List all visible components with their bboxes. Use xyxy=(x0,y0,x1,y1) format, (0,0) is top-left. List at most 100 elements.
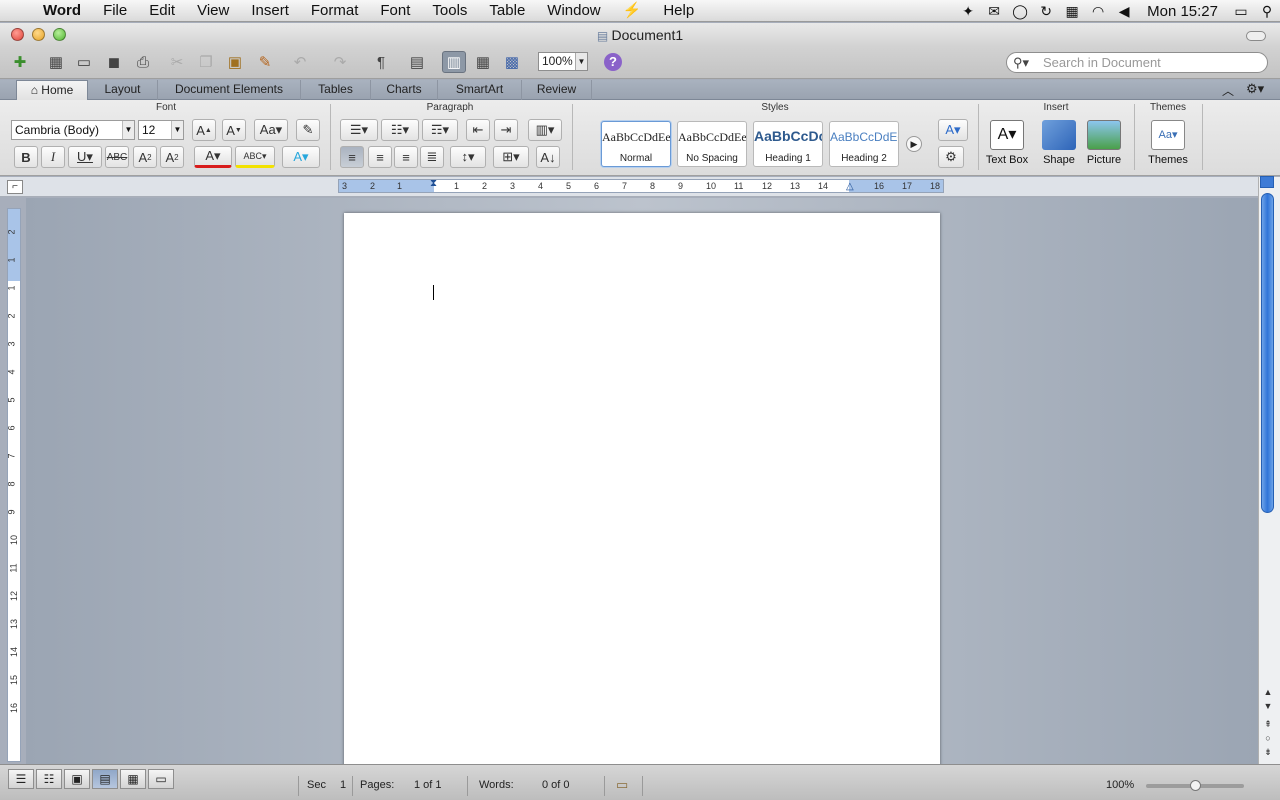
next-page-icon[interactable]: ⇟ xyxy=(1260,746,1276,758)
notebook-layout-view-button[interactable]: ▦ xyxy=(120,769,146,789)
grow-font-button[interactable]: A ▲ xyxy=(192,119,216,141)
sort-button[interactable]: A↓ xyxy=(536,146,560,168)
scrapbook-icon[interactable]: ▩ xyxy=(500,51,524,73)
first-line-indent-marker-icon[interactable]: ⧗ xyxy=(430,178,437,189)
toolbox-icon[interactable]: ▥ xyxy=(442,51,466,73)
tab-smartart[interactable]: SmartArt xyxy=(438,80,522,100)
sidebar-icon[interactable]: ▤ xyxy=(405,51,429,73)
collapse-ribbon-icon[interactable]: ︿ xyxy=(1222,82,1234,99)
style-no-spacing[interactable]: AaBbCcDdEe No Spacing xyxy=(677,121,747,167)
tab-charts[interactable]: Charts xyxy=(371,80,438,100)
undo-icon[interactable]: ↶ xyxy=(288,51,312,73)
shrink-font-button[interactable]: A ▼ xyxy=(222,119,246,141)
subscript-button[interactable]: A2 xyxy=(160,146,184,168)
menu-insert[interactable]: Insert xyxy=(240,0,300,22)
tab-stop-selector-icon[interactable]: ⌐ xyxy=(7,180,23,194)
print-icon[interactable]: ⎙ xyxy=(131,51,155,73)
underline-button[interactable]: U▾ xyxy=(68,146,102,168)
manage-styles-button[interactable]: ⚙ xyxy=(938,146,964,168)
menu-font[interactable]: Font xyxy=(369,0,421,22)
battery-icon[interactable]: ▭ xyxy=(1228,0,1254,22)
tab-review[interactable]: Review xyxy=(522,80,592,100)
words-value[interactable]: 0 of 0 xyxy=(542,779,570,791)
mail-icon[interactable]: ✉ xyxy=(981,0,1007,22)
zoom-combobox[interactable]: 100% ▼ xyxy=(538,52,588,71)
text-styles-button[interactable]: A▾ xyxy=(938,119,968,141)
italic-button[interactable]: I xyxy=(41,146,65,168)
picture-button[interactable]: Picture xyxy=(1084,120,1124,166)
ribbon-settings-gear-icon[interactable]: ⚙▾ xyxy=(1246,81,1264,97)
scroll-up-arrow-icon[interactable]: ▲ xyxy=(1260,686,1276,698)
shape-button[interactable]: Shape xyxy=(1038,120,1080,166)
full-screen-view-button[interactable]: ▭ xyxy=(148,769,174,789)
format-painter-icon[interactable]: ✎ xyxy=(253,51,277,73)
wifi-icon[interactable]: ◠ xyxy=(1085,0,1111,22)
align-right-button[interactable]: ≡ xyxy=(394,146,418,168)
menu-file[interactable]: File xyxy=(92,0,138,22)
horizontal-ruler[interactable]: ⧗ △ 3 2 1 1 2 3 4 5 6 7 8 9 10 11 12 13 14 16 17 18 xyxy=(338,178,944,193)
align-center-button[interactable]: ≡ xyxy=(368,146,392,168)
outline-view-button[interactable]: ☷ xyxy=(36,769,62,789)
menu-format[interactable]: Format xyxy=(300,0,370,22)
chat-bubble-icon[interactable]: ◯ xyxy=(1007,0,1033,22)
zoom-window-button[interactable] xyxy=(53,28,66,41)
menu-help[interactable]: Help xyxy=(652,0,705,22)
bullets-button[interactable]: ☰▾ xyxy=(340,119,378,141)
tab-home[interactable]: ⌂ Home xyxy=(16,80,88,101)
line-spacing-button[interactable]: ↕▾ xyxy=(450,146,486,168)
cut-icon[interactable]: ✂ xyxy=(165,51,189,73)
tab-tables[interactable]: Tables xyxy=(301,80,371,100)
numbering-button[interactable]: ☷▾ xyxy=(381,119,419,141)
menu-tools[interactable]: Tools xyxy=(421,0,478,22)
paste-icon[interactable]: ▣ xyxy=(223,51,247,73)
scrollbar-thumb[interactable] xyxy=(1261,193,1274,513)
text-effects-button[interactable]: A▾ xyxy=(282,146,320,168)
style-heading-2[interactable]: AaBbCcDdEe Heading 2 xyxy=(829,121,899,167)
spotlight-search-icon[interactable]: ⚲ xyxy=(1254,0,1280,22)
columns-button[interactable]: ▥▾ xyxy=(528,119,562,141)
search-input[interactable]: ⚲▾ Search in Document xyxy=(1006,52,1268,73)
print-layout-view-button[interactable]: ▤ xyxy=(92,769,118,789)
redo-icon[interactable]: ↷ xyxy=(328,51,352,73)
change-case-button[interactable]: Aa▾ xyxy=(254,119,288,141)
browse-object-icon[interactable]: ○ xyxy=(1260,732,1276,744)
chevron-down-icon[interactable]: ▼ xyxy=(575,53,587,70)
strikethrough-button[interactable]: ABC xyxy=(105,146,129,168)
font-size-combobox[interactable]: 12 ▼ xyxy=(138,120,184,140)
increase-indent-button[interactable]: ⇥ xyxy=(494,119,518,141)
tab-document-elements[interactable]: Document Elements xyxy=(158,80,301,100)
template-gallery-icon[interactable]: ▦ xyxy=(44,51,68,73)
font-name-combobox[interactable]: Cambria (Body) ▼ xyxy=(11,120,135,140)
toolbar-toggle-button[interactable] xyxy=(1246,31,1266,41)
styles-next-arrow-icon[interactable]: ▶ xyxy=(906,136,922,152)
spelling-grammar-book-icon[interactable]: ▭ xyxy=(616,777,628,793)
clear-formatting-button[interactable]: ✎ xyxy=(296,119,320,141)
justify-button[interactable]: ≣ xyxy=(420,146,444,168)
chevron-down-icon[interactable]: ▼ xyxy=(122,121,134,139)
style-normal[interactable]: AaBbCcDdEe Normal xyxy=(601,121,671,167)
search-icon[interactable]: ⚲▾ xyxy=(1013,53,1029,72)
copy-icon[interactable]: ❐ xyxy=(194,51,218,73)
new-document-icon[interactable]: ✚ xyxy=(8,51,32,73)
text-box-button[interactable]: A▾ Text Box xyxy=(984,120,1030,166)
save-icon[interactable]: ◼ xyxy=(102,51,126,73)
minimize-window-button[interactable] xyxy=(32,28,45,41)
menu-window[interactable]: Window xyxy=(536,0,611,22)
style-heading-1[interactable]: AaBbCcDc Heading 1 xyxy=(753,121,823,167)
align-left-button[interactable]: ≡ xyxy=(340,146,364,168)
show-formatting-icon[interactable]: ¶ xyxy=(369,51,393,73)
help-button[interactable]: ? xyxy=(604,53,622,71)
draft-view-button[interactable]: ☰ xyxy=(8,769,34,789)
scroll-down-arrow-icon[interactable]: ▼ xyxy=(1260,700,1276,712)
media-browser-icon[interactable]: ▦ xyxy=(471,51,495,73)
keyboard-icon[interactable]: ▦ xyxy=(1059,0,1085,22)
split-handle-icon[interactable] xyxy=(1260,176,1274,188)
menu-app-word[interactable]: Word xyxy=(32,0,92,22)
multilevel-list-button[interactable]: ☶▾ xyxy=(422,119,458,141)
dropbox-icon[interactable]: ✦ xyxy=(955,0,981,22)
previous-page-icon[interactable]: ⇞ xyxy=(1260,718,1276,730)
themes-button[interactable]: Aa▾ Themes xyxy=(1144,120,1192,166)
borders-button[interactable]: ⊞▾ xyxy=(493,146,529,168)
menu-edit[interactable]: Edit xyxy=(138,0,186,22)
volume-icon[interactable]: ◀ xyxy=(1111,0,1137,22)
